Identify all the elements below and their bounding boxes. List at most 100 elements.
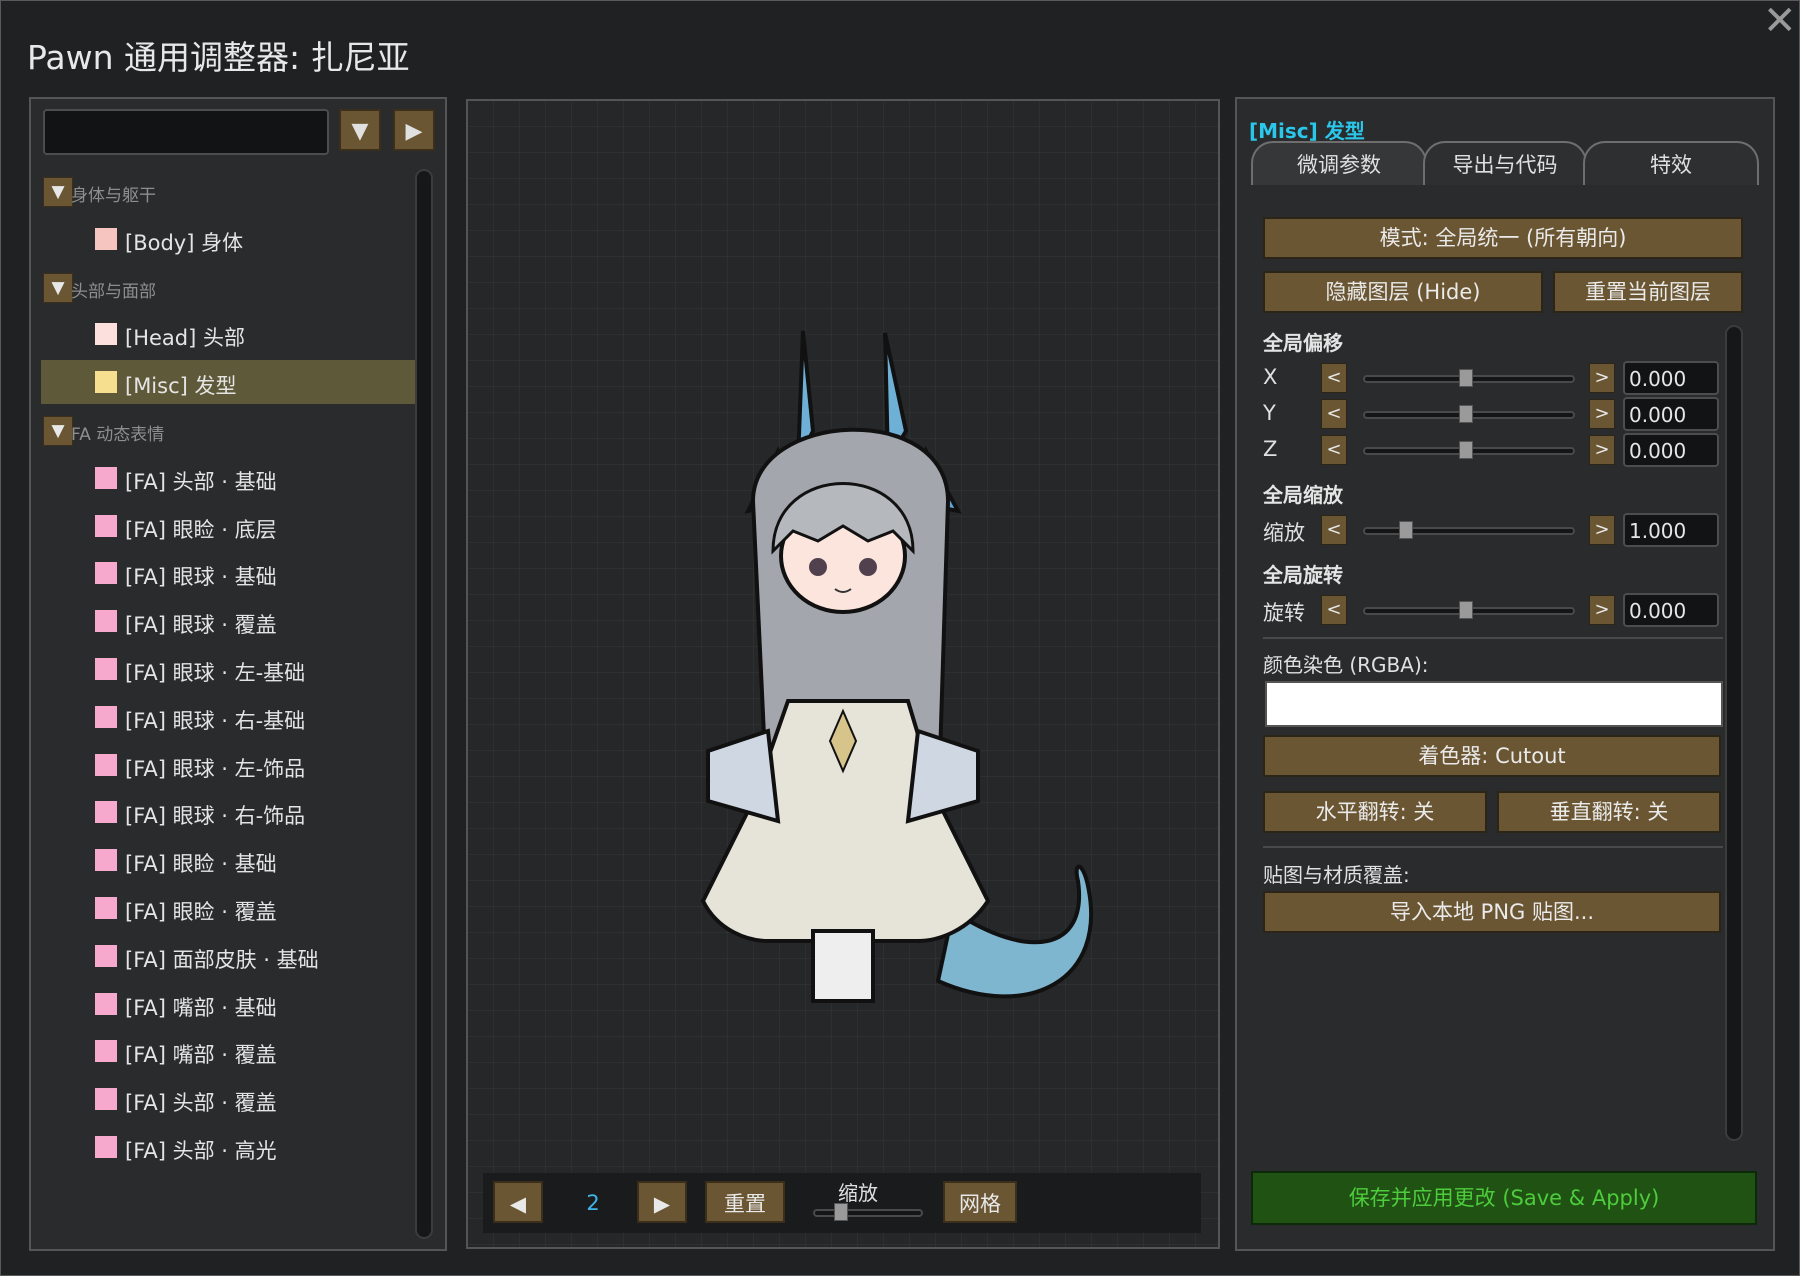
category-label: 头部与面部 xyxy=(71,281,156,302)
layer-item-label: [FA] 头部 · 基础 xyxy=(125,469,277,494)
reset-view-button[interactable]: 重置 xyxy=(705,1181,785,1223)
layer-list-scrollbar[interactable] xyxy=(415,169,433,1239)
scale-slider-handle[interactable] xyxy=(1399,521,1413,539)
offset-y-value-input[interactable]: 0.000 xyxy=(1623,397,1719,431)
layer-color-swatch xyxy=(95,944,117,967)
layer-item-label: [FA] 面部皮肤 · 基础 xyxy=(125,947,319,972)
layer-item-label: [FA] 眼球 · 右-饰品 xyxy=(125,804,306,829)
prev-direction-button[interactable]: ◀ xyxy=(493,1181,543,1223)
layer-item[interactable]: [Head] 头部 xyxy=(41,312,419,356)
layer-item[interactable]: [FA] 眼球 · 左-基础 xyxy=(41,647,419,691)
layer-item-label: [FA] 头部 · 高光 xyxy=(125,1139,277,1163)
layer-item[interactable]: [FA] 嘴部 · 基础 xyxy=(41,982,419,1026)
scale-value-input[interactable]: 1.000 xyxy=(1623,513,1719,547)
layer-item[interactable]: [FA] 面部皮肤 · 基础 xyxy=(41,934,419,978)
tab-effects[interactable]: 特效 xyxy=(1583,141,1759,185)
collapse-triangle-icon[interactable]: ▼ xyxy=(43,177,73,207)
tree-category[interactable]: ▼ 头部与面部 xyxy=(41,265,419,309)
shader-button[interactable]: 着色器: Cutout xyxy=(1263,735,1721,777)
zoom-slider[interactable] xyxy=(813,1203,923,1221)
scale-axis-label: 缩放 xyxy=(1263,521,1305,545)
divider xyxy=(1263,637,1723,639)
close-icon[interactable]: ✕ xyxy=(1763,1,1797,41)
layer-color-swatch xyxy=(95,610,117,633)
layer-item[interactable]: [FA] 眼睑 · 底层 xyxy=(41,504,419,548)
scale-increase-button[interactable]: > xyxy=(1589,515,1615,545)
hide-layer-button[interactable]: 隐藏图层 (Hide) xyxy=(1263,271,1543,313)
offset-x-increase-button[interactable]: > xyxy=(1589,363,1615,393)
layer-color-swatch xyxy=(95,371,117,394)
category-label: FA 动态表情 xyxy=(71,425,165,445)
save-apply-button[interactable]: 保存并应用更改 (Save & Apply) xyxy=(1251,1171,1757,1225)
offset-y-slider-handle[interactable] xyxy=(1459,405,1473,423)
scale-decrease-button[interactable]: < xyxy=(1321,515,1347,545)
layer-item[interactable]: [Body] 身体 xyxy=(41,217,419,261)
offset-z-slider[interactable] xyxy=(1363,441,1575,459)
offset-y-decrease-button[interactable]: < xyxy=(1321,399,1347,429)
offset-z-decrease-button[interactable]: < xyxy=(1321,435,1347,465)
properties-scrollbar[interactable] xyxy=(1725,325,1743,1141)
layer-item[interactable]: [FA] 眼球 · 覆盖 xyxy=(41,599,419,643)
zoom-slider-handle[interactable] xyxy=(834,1203,848,1221)
layer-item[interactable]: [FA] 头部 · 基础 xyxy=(41,456,419,500)
collapse-triangle-icon[interactable]: ▼ xyxy=(43,416,73,446)
layer-item-label: [FA] 嘴部 · 基础 xyxy=(125,995,277,1020)
next-direction-button[interactable]: ▶ xyxy=(637,1181,687,1223)
collapse-triangle-icon[interactable]: ▼ xyxy=(43,272,73,303)
offset-x-slider-handle[interactable] xyxy=(1459,369,1473,387)
layer-color-swatch xyxy=(95,658,117,680)
rotation-value-input[interactable]: 0.000 xyxy=(1623,593,1719,627)
layer-item-label: [Body] 身体 xyxy=(125,230,244,255)
layer-color-swatch xyxy=(95,753,117,776)
pawn-editor-window: Pawn 通用调整器: 扎尼亚 ✕ ▼ ▶ ▼ 身体与躯干 [Body] 身体 ▼ 头部… xyxy=(0,0,1800,1276)
layer-item[interactable]: [FA] 头部 · 覆盖 xyxy=(41,1077,419,1121)
tab-fine-tune[interactable]: 微调参数 xyxy=(1251,141,1427,185)
offset-z-slider-handle[interactable] xyxy=(1459,441,1473,459)
tree-category[interactable]: ▼ 身体与躯干 xyxy=(41,169,419,213)
layer-item-label: [FA] 眼睑 · 基础 xyxy=(125,852,277,877)
tint-color-field[interactable] xyxy=(1265,681,1723,727)
layer-tree: ▼ 身体与躯干 [Body] 身体 ▼ 头部与面部 [Head] 头部 [Misc] 发型 ▼… xyxy=(41,169,419,1179)
offset-y-slider[interactable] xyxy=(1363,405,1575,423)
offset-x-decrease-button[interactable]: < xyxy=(1321,363,1347,393)
expand-all-button[interactable]: ▶ xyxy=(393,109,435,151)
layer-item-label: [FA] 眼睑 · 底层 xyxy=(125,517,277,542)
offset-x-slider[interactable] xyxy=(1363,369,1575,387)
pawn-preview-viewport[interactable]: ◀ 2 ▶ 重置 缩放 网格 xyxy=(466,99,1220,1249)
layer-item[interactable]: [FA] 眼睑 · 基础 xyxy=(41,838,419,882)
layer-item[interactable]: [FA] 眼睑 · 覆盖 xyxy=(41,886,419,930)
tab-export-code[interactable]: 导出与代码 xyxy=(1423,141,1587,185)
flip-horizontal-button[interactable]: 水平翻转: 关 xyxy=(1263,791,1487,833)
rotation-slider-handle[interactable] xyxy=(1459,601,1473,619)
flip-vertical-button[interactable]: 垂直翻转: 关 xyxy=(1497,791,1721,833)
layer-item[interactable]: [FA] 眼球 · 右-基础 xyxy=(41,695,419,739)
rotation-axis-label: 旋转 xyxy=(1263,601,1305,625)
offset-z-increase-button[interactable]: > xyxy=(1589,435,1615,465)
layer-item[interactable]: [Misc] 发型 xyxy=(41,360,419,405)
offset-z-axis-label: Z xyxy=(1263,437,1278,461)
rotation-decrease-button[interactable]: < xyxy=(1321,595,1347,625)
import-png-button[interactable]: 导入本地 PNG 贴图... xyxy=(1263,891,1721,933)
layer-item-label: [FA] 眼球 · 基础 xyxy=(125,565,277,590)
offset-x-value-input[interactable]: 0.000 xyxy=(1623,361,1719,395)
offset-y-increase-button[interactable]: > xyxy=(1589,399,1615,429)
layer-color-swatch xyxy=(95,992,117,1015)
grid-toggle-button[interactable]: 网格 xyxy=(943,1181,1017,1223)
tree-category[interactable]: ▼ FA 动态表情 xyxy=(41,408,419,452)
rotation-increase-button[interactable]: > xyxy=(1589,595,1615,625)
zoom-label: 缩放 xyxy=(838,1181,878,1205)
layer-item[interactable]: [FA] 眉毛 · 基础 xyxy=(41,1173,419,1179)
layer-item[interactable]: [FA] 眼球 · 右-饰品 xyxy=(41,790,419,834)
layer-item[interactable]: [FA] 眼球 · 基础 xyxy=(41,551,419,595)
search-input[interactable] xyxy=(43,109,329,155)
rotation-slider[interactable] xyxy=(1363,601,1575,619)
scale-slider[interactable] xyxy=(1363,521,1575,539)
pawn-preview-image xyxy=(700,330,1094,1003)
layer-item[interactable]: [FA] 眼球 · 左-饰品 xyxy=(41,743,419,787)
collapse-all-button[interactable]: ▼ xyxy=(339,109,381,151)
mode-button[interactable]: 模式: 全局统一 (所有朝向) xyxy=(1263,217,1743,259)
reset-layer-button[interactable]: 重置当前图层 xyxy=(1553,271,1743,313)
layer-item[interactable]: [FA] 嘴部 · 覆盖 xyxy=(41,1029,419,1073)
offset-z-value-input[interactable]: 0.000 xyxy=(1623,433,1719,467)
layer-item[interactable]: [FA] 头部 · 高光 xyxy=(41,1125,419,1169)
